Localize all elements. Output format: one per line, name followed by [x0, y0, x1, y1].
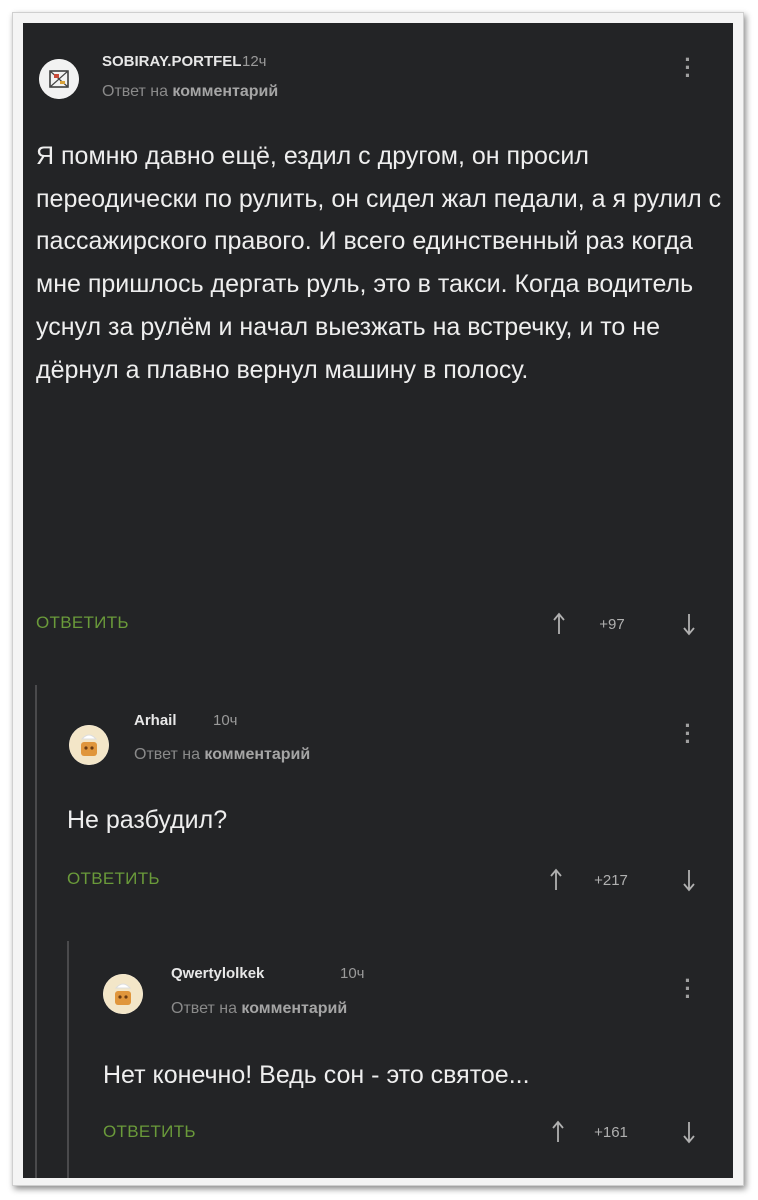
- arrow-down-icon[interactable]: [682, 612, 696, 636]
- comment-author[interactable]: Qwertylolkek: [171, 965, 264, 982]
- reply-button[interactable]: ОТВЕТИТЬ: [36, 613, 129, 633]
- avatar[interactable]: [39, 59, 79, 99]
- vote-control: +217: [547, 868, 700, 892]
- avatar-image: [39, 59, 79, 99]
- reply-prefix: Ответ на: [171, 1000, 237, 1017]
- vote-score: +97: [599, 616, 625, 633]
- comment-body: Я помню давно ещё, ездил с другом, он пр…: [36, 142, 722, 384]
- comments-screen: SOBIRAY.PORTFEL 12ч Ответ на комментарий…: [23, 23, 733, 1178]
- vote-control: +97: [550, 612, 700, 636]
- reply-target-link[interactable]: комментарий: [172, 83, 278, 100]
- vertical-dots-icon[interactable]: · · ·: [683, 715, 693, 753]
- reply-target-link[interactable]: комментарий: [241, 1000, 347, 1017]
- comment-author[interactable]: SOBIRAY.PORTFEL: [102, 53, 241, 70]
- comment-body: Нет конечно! Ведь сон - это святое...: [103, 1061, 530, 1089]
- arrow-up-icon[interactable]: [549, 868, 563, 892]
- comment-time: 10ч: [213, 712, 238, 729]
- comment-author[interactable]: Arhail: [134, 712, 177, 729]
- arrow-down-icon[interactable]: [682, 1120, 696, 1144]
- vote-control: +161: [549, 1120, 700, 1144]
- reply-prefix: Ответ на: [134, 746, 200, 763]
- comment-body: Не разбудил?: [67, 806, 228, 834]
- vertical-dots-icon[interactable]: · · ·: [683, 970, 693, 1008]
- reply-to-label: Ответ на комментарий: [102, 83, 278, 101]
- thread-line: [67, 941, 69, 1178]
- reply-button[interactable]: ОТВЕТИТЬ: [67, 869, 160, 889]
- avatar-image: [103, 974, 143, 1014]
- comment-time: 12ч: [242, 53, 267, 70]
- avatar[interactable]: [103, 974, 143, 1014]
- arrow-up-icon[interactable]: [552, 612, 566, 636]
- thread-line: [35, 685, 37, 1178]
- vote-score: +161: [594, 1124, 628, 1141]
- vertical-dots-icon[interactable]: · · ·: [683, 49, 693, 87]
- reply-prefix: Ответ на: [102, 83, 168, 100]
- reply-to-label: Ответ на комментарий: [171, 1000, 347, 1018]
- reply-to-label: Ответ на комментарий: [134, 746, 310, 764]
- avatar[interactable]: [69, 725, 109, 765]
- avatar-image: [69, 725, 109, 765]
- arrow-up-icon[interactable]: [551, 1120, 565, 1144]
- arrow-down-icon[interactable]: [682, 868, 696, 892]
- reply-button[interactable]: ОТВЕТИТЬ: [103, 1122, 196, 1142]
- reply-target-link[interactable]: комментарий: [204, 746, 310, 763]
- comment-time: 10ч: [340, 965, 365, 982]
- vote-score: +217: [594, 872, 628, 889]
